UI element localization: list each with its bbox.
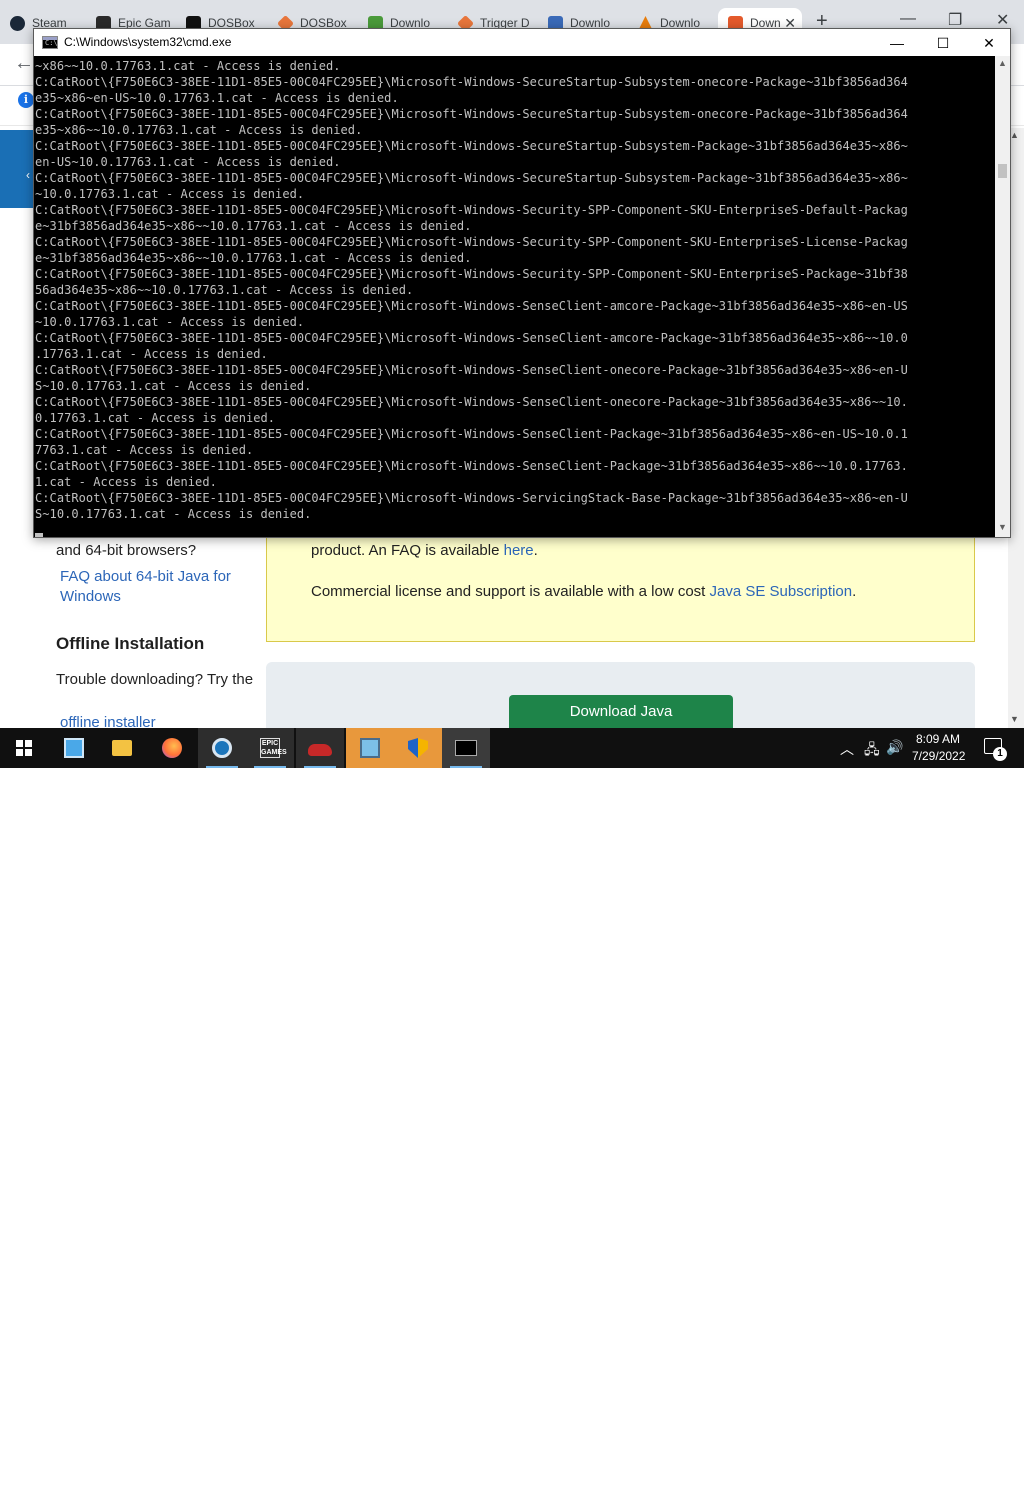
browser-close-button[interactable]: ✕ — [996, 10, 1009, 30]
console-line: 0.17763.1.cat - Access is denied. — [35, 411, 276, 425]
notification-badge: 1 — [993, 747, 1007, 761]
console-line: S~10.0.17763.1.cat - Access is denied. — [35, 379, 312, 393]
offline-installation-heading: Offline Installation — [56, 634, 205, 653]
license-period: . — [852, 583, 857, 600]
bitness-question: and 64-bit browsers? — [56, 542, 197, 559]
page-scroll-down-icon[interactable]: ▼ — [1010, 714, 1019, 724]
console-line: C:CatRoot\{F750E6C3-38EE-11D1-85E5-00C04… — [35, 459, 908, 473]
mouse-cursor-icon — [243, 1485, 249, 1496]
taskbar-dosbox[interactable] — [346, 728, 394, 768]
page-side-banner: ‹ — [0, 130, 34, 208]
cmd-icon — [455, 740, 477, 756]
cmd-title-bar[interactable]: C:\ C:\Windows\system32\cmd.exe — ☐ ✕ — [34, 29, 1010, 56]
cmd-scrollbar-thumb[interactable] — [998, 164, 1007, 178]
console-line: 1.cat - Access is denied. — [35, 475, 217, 489]
console-line: C:CatRoot\{F750E6C3-38EE-11D1-85E5-00C04… — [35, 267, 908, 281]
license-text: Commercial license and support is availa… — [311, 583, 710, 600]
console-line: e~31bf3856ad364e35~x86~~10.0.17763.1.cat… — [35, 251, 472, 265]
console-line: 7763.1.cat - Access is denied. — [35, 443, 254, 457]
taskbar-firefox[interactable] — [148, 728, 196, 768]
browser-restore-button[interactable]: ❐ — [948, 10, 962, 30]
chevron-left-icon[interactable]: ‹ — [26, 168, 30, 182]
trouble-downloading-text: Trouble downloading? Try the — [56, 671, 254, 688]
cmd-icon: C:\ — [42, 36, 58, 49]
cmd-scrollbar[interactable]: ▲ ▼ — [995, 56, 1010, 537]
back-arrow-icon[interactable]: ← — [14, 52, 34, 75]
cmd-window: C:\ C:\Windows\system32\cmd.exe — ☐ ✕ ~x… — [33, 28, 1011, 538]
console-line: e35~x86~~10.0.17763.1.cat - Access is de… — [35, 123, 363, 137]
taskbar-steam[interactable] — [198, 728, 246, 768]
console-line: C:CatRoot\{F750E6C3-38EE-11D1-85E5-00C04… — [35, 171, 908, 185]
info-icon[interactable]: i — [18, 92, 34, 108]
java-se-subscription-link[interactable]: Java SE Subscription — [710, 583, 853, 600]
download-java-button[interactable]: Download Java — [509, 695, 733, 731]
faq-line-text: product. An FAQ is available — [311, 542, 504, 559]
cmd-maximize-button[interactable]: ☐ — [920, 32, 966, 54]
dosbox-icon — [360, 738, 380, 758]
console-line: ~10.0.17763.1.cat - Access is denied. — [35, 187, 305, 201]
console-line: en-US~10.0.17763.1.cat - Access is denie… — [35, 155, 341, 169]
start-button[interactable] — [0, 728, 48, 768]
console-line: ~x86~~10.0.17763.1.cat - Access is denie… — [35, 59, 341, 73]
faq-here-link[interactable]: here — [504, 542, 534, 559]
license-line: Commercial license and support is availa… — [311, 583, 856, 600]
clock-time[interactable]: 8:09 AM — [916, 732, 960, 746]
page-scroll-up-icon[interactable]: ▲ — [1010, 130, 1019, 140]
taskbar-file-explorer[interactable] — [98, 728, 146, 768]
firefox-icon — [162, 738, 182, 758]
console-line: C:CatRoot\{F750E6C3-38EE-11D1-85E5-00C04… — [35, 427, 908, 441]
shield-icon — [408, 738, 428, 758]
network-icon[interactable]: 🖧 — [864, 739, 880, 763]
cmd-console-output[interactable]: ~x86~~10.0.17763.1.cat - Access is denie… — [35, 58, 995, 536]
car-icon — [308, 744, 332, 756]
console-line: 56ad364e35~x86~~10.0.17763.1.cat - Acces… — [35, 283, 414, 297]
cmd-icon-glyph: C:\ — [45, 39, 58, 47]
scroll-up-icon[interactable]: ▲ — [998, 58, 1007, 68]
chevron-up-icon[interactable]: ︿ — [840, 739, 854, 759]
steam-icon — [212, 738, 232, 758]
windows-logo-icon — [16, 740, 32, 756]
console-line: C:CatRoot\{F750E6C3-38EE-11D1-85E5-00C04… — [35, 75, 908, 89]
console-line: e35~x86~en-US~10.0.17763.1.cat - Access … — [35, 91, 399, 105]
console-line: S~10.0.17763.1.cat - Access is denied. — [35, 507, 312, 521]
volume-icon[interactable]: 🔊 — [886, 739, 903, 756]
clock-date[interactable]: 7/29/2022 — [912, 749, 965, 763]
console-line: C:CatRoot\{F750E6C3-38EE-11D1-85E5-00C04… — [35, 139, 908, 153]
cmd-horizontal-scroll-thumb[interactable] — [35, 533, 43, 537]
taskbar-epic-games[interactable]: EPIC GAMES — [246, 728, 294, 768]
cmd-minimize-button[interactable]: — — [874, 32, 920, 54]
notice-box — [266, 520, 975, 642]
console-line: C:CatRoot\{F750E6C3-38EE-11D1-85E5-00C04… — [35, 203, 908, 217]
console-line: C:CatRoot\{F750E6C3-38EE-11D1-85E5-00C04… — [35, 363, 908, 377]
taskbar-control-panel[interactable] — [50, 728, 98, 768]
browser-minimize-button[interactable]: — — [900, 10, 916, 28]
console-line: e~31bf3856ad364e35~x86~~10.0.17763.1.cat… — [35, 219, 472, 233]
taskbar-game[interactable] — [296, 728, 344, 768]
cmd-lines: ~x86~~10.0.17763.1.cat - Access is denie… — [35, 58, 995, 522]
console-line: C:CatRoot\{F750E6C3-38EE-11D1-85E5-00C04… — [35, 395, 908, 409]
cmd-window-title: C:\Windows\system32\cmd.exe — [64, 35, 232, 49]
control-panel-icon — [64, 738, 84, 758]
console-line: .17763.1.cat - Access is denied. — [35, 347, 268, 361]
scroll-down-icon[interactable]: ▼ — [998, 522, 1007, 532]
faq-line-period: . — [533, 542, 538, 559]
console-line: C:CatRoot\{F750E6C3-38EE-11D1-85E5-00C04… — [35, 107, 908, 121]
console-line: C:CatRoot\{F750E6C3-38EE-11D1-85E5-00C04… — [35, 491, 908, 505]
console-line: ~10.0.17763.1.cat - Access is denied. — [35, 315, 305, 329]
faq-64bit-link[interactable]: FAQ about 64-bit Java for Windows — [60, 567, 250, 607]
console-line: C:CatRoot\{F750E6C3-38EE-11D1-85E5-00C04… — [35, 235, 908, 249]
steam-icon — [10, 16, 25, 31]
cmd-close-button[interactable]: ✕ — [966, 32, 1012, 54]
epic-games-icon: EPIC GAMES — [260, 738, 287, 758]
taskbar-windows-security[interactable] — [394, 728, 442, 768]
console-line: C:CatRoot\{F750E6C3-38EE-11D1-85E5-00C04… — [35, 299, 908, 313]
taskbar: EPIC GAMES ︿ 🖧 🔊 8:09 AM 7/29/2022 1 — [0, 728, 1024, 1496]
taskbar-cmd[interactable] — [442, 728, 490, 768]
folder-icon — [112, 740, 132, 756]
console-line: C:CatRoot\{F750E6C3-38EE-11D1-85E5-00C04… — [35, 331, 908, 345]
faq-line: product. An FAQ is available here. — [311, 542, 538, 559]
